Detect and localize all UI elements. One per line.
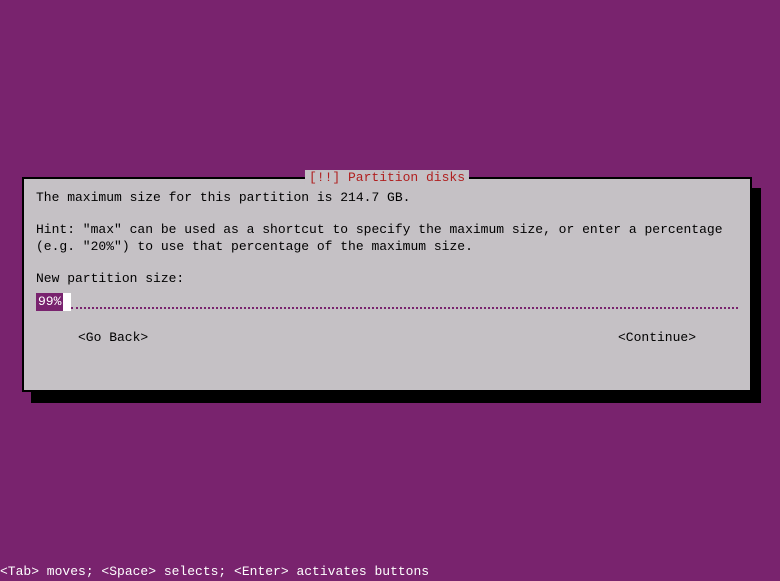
partition-size-input[interactable]: 99% [36,293,738,311]
partition-dialog: [!!] Partition disks The maximum size fo… [22,177,752,392]
max-size-text: The maximum size for this partition is 2… [36,189,738,207]
title-text: Partition disks [348,170,465,185]
title-marker: [!!] [309,170,348,185]
input-value: 99% [36,293,63,311]
dialog-nav: <Go Back> <Continue> [36,329,738,347]
dialog-title: [!!] Partition disks [305,170,469,185]
go-back-button[interactable]: <Go Back> [78,329,148,347]
footer-hint: <Tab> moves; <Space> selects; <Enter> ac… [0,564,429,579]
size-prompt-label: New partition size: [36,270,738,288]
dialog-content: The maximum size for this partition is 2… [24,179,750,346]
input-remainder [71,294,738,309]
input-cursor [63,293,71,311]
continue-button[interactable]: <Continue> [618,329,696,347]
hint-text: Hint: "max" can be used as a shortcut to… [36,221,738,256]
